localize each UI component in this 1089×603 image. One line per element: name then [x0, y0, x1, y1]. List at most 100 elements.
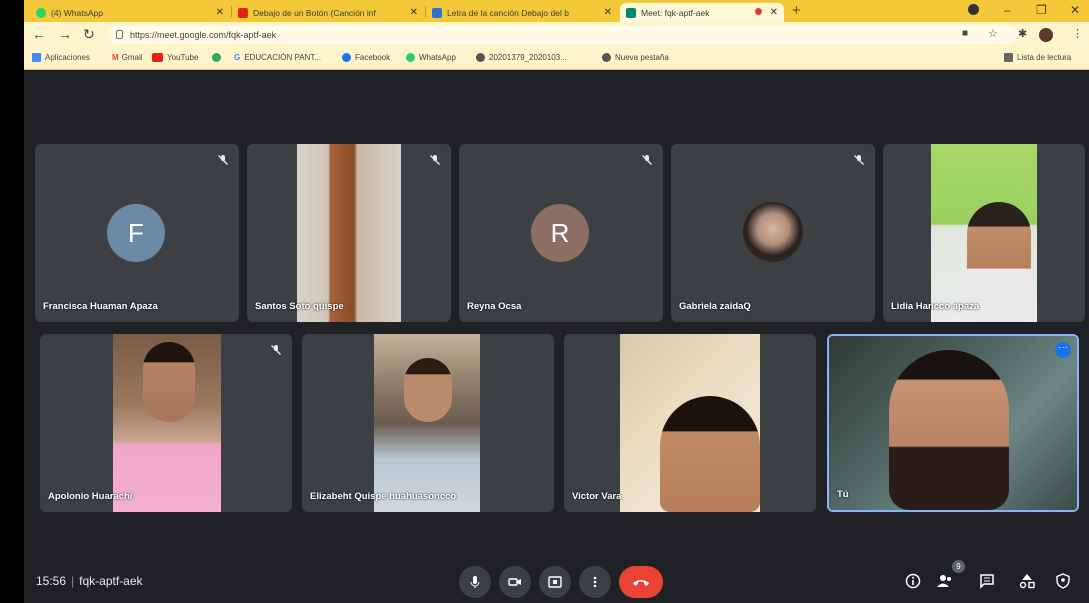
- participant-name: Tú: [837, 489, 849, 500]
- address-bar-row: ← → ↻ https://meet.google.com/fqk-aptf-a…: [24, 22, 1089, 48]
- video-icon: [508, 578, 521, 586]
- chat-button[interactable]: [976, 570, 998, 592]
- forward-icon[interactable]: →: [58, 26, 72, 42]
- info-icon: [905, 573, 921, 589]
- bookmark-whatsapp[interactable]: WhatsApp: [406, 53, 456, 62]
- lock-icon: [116, 30, 123, 39]
- tab-youtube[interactable]: Debajo de un Botón (Canción inf ✕: [232, 3, 424, 22]
- more-options-button[interactable]: [579, 566, 611, 598]
- participant-tile[interactable]: Elizabeht Quispe huahuasoncco: [302, 334, 554, 512]
- activities-icon: [1019, 574, 1035, 589]
- whatsapp-icon: [406, 53, 415, 62]
- whatsapp-icon: [36, 7, 46, 18]
- reading-list-label: Lista de lectura: [1017, 53, 1072, 62]
- facebook-icon: [342, 53, 351, 62]
- green-site-icon: [212, 53, 221, 62]
- mic-button[interactable]: [459, 566, 491, 598]
- youtube-icon: [152, 53, 163, 62]
- participant-video: [829, 336, 1077, 510]
- reload-icon[interactable]: ↻: [83, 26, 95, 43]
- camera-icon[interactable]: ■: [962, 28, 968, 39]
- tab-title: Letra de la canción Debajo del b: [447, 7, 569, 18]
- avatar[interactable]: [1039, 28, 1053, 42]
- participant-tile[interactable]: Victor Vara: [564, 334, 816, 512]
- shield-icon: [1056, 573, 1070, 589]
- new-tab-icon[interactable]: +: [792, 2, 801, 19]
- profile-icon[interactable]: [968, 4, 979, 15]
- meeting-details-button[interactable]: [902, 570, 924, 592]
- bookmark-facebook[interactable]: Facebook: [342, 53, 390, 62]
- participant-name: Victor Vara: [572, 491, 622, 502]
- bookmark-label: Gmail: [121, 53, 143, 62]
- apps-grid-icon: [32, 53, 41, 62]
- tab-meet[interactable]: Meet: fqk-aptf-aek ✕: [620, 3, 784, 22]
- star-icon[interactable]: ☆: [988, 27, 998, 40]
- participant-tile[interactable]: Apolonio Huarachi: [40, 334, 292, 512]
- participant-video: [297, 144, 401, 322]
- participant-count-badge: 9: [952, 560, 965, 573]
- tab-bar: (4) WhatsApp ✕ Debajo de un Botón (Canci…: [24, 0, 1089, 22]
- present-button[interactable]: [539, 566, 571, 598]
- people-icon: [937, 575, 951, 587]
- participant-tile[interactable]: Gabriela zaidaQ: [671, 144, 875, 322]
- host-controls-button[interactable]: [1052, 570, 1074, 592]
- close-window-icon[interactable]: ✕: [1070, 3, 1080, 17]
- youtube-icon: [238, 7, 248, 18]
- globe-icon: [602, 53, 611, 62]
- bookmark-green-site[interactable]: [212, 53, 225, 62]
- bookmark-label: Aplicaciones: [45, 53, 90, 62]
- meeting-time: 15:56: [36, 574, 67, 588]
- bookmark-new-tab[interactable]: Nueva pestaña: [602, 53, 669, 62]
- participant-tile[interactable]: R Reyna Ocsa: [459, 144, 663, 322]
- close-icon[interactable]: ✕: [604, 7, 612, 18]
- avatar: F: [107, 204, 165, 262]
- hang-up-icon: [633, 580, 649, 586]
- restore-icon[interactable]: ❐: [1036, 3, 1047, 17]
- tab-lyrics[interactable]: Letra de la canción Debajo del b ✕: [426, 3, 618, 22]
- close-icon[interactable]: ✕: [410, 7, 418, 18]
- close-icon[interactable]: ✕: [216, 7, 224, 18]
- end-call-button[interactable]: [619, 566, 663, 598]
- browser-window: (4) WhatsApp ✕ Debajo de un Botón (Canci…: [24, 0, 1089, 603]
- tab-title: (4) WhatsApp: [51, 7, 103, 18]
- meet-icon: [626, 7, 636, 18]
- url-field[interactable]: https://meet.google.com/fqk-aptf-aek: [108, 26, 1018, 44]
- bookmark-label: WhatsApp: [419, 53, 456, 62]
- participant-tile[interactable]: Lidia Hancco apaza: [883, 144, 1085, 322]
- participant-name: Santos Soto quispe: [255, 301, 344, 312]
- participant-tile[interactable]: F Francisca Huaman Apaza: [35, 144, 239, 322]
- bookmark-youtube[interactable]: YouTube: [152, 53, 198, 62]
- participant-name: Lidia Hancco apaza: [891, 301, 980, 312]
- participant-tile-self[interactable]: ··· Tú: [827, 334, 1079, 512]
- bookmark-educacion[interactable]: G EDUCACIÓN PANT...: [234, 53, 321, 62]
- back-icon[interactable]: ←: [32, 26, 46, 42]
- bookmark-apps[interactable]: Aplicaciones: [32, 53, 90, 62]
- more-options-icon[interactable]: ···: [1055, 342, 1071, 358]
- participant-tile[interactable]: Santos Soto quispe: [247, 144, 451, 322]
- bookmark-folder-2020[interactable]: 20201379_2020103...: [476, 53, 567, 62]
- camera-button[interactable]: [499, 566, 531, 598]
- reading-list[interactable]: Lista de lectura: [1004, 53, 1071, 62]
- tab-whatsapp[interactable]: (4) WhatsApp ✕: [30, 3, 230, 22]
- people-button[interactable]: [934, 570, 956, 592]
- activities-button[interactable]: [1016, 570, 1038, 592]
- pencil-icon: [432, 7, 442, 18]
- bookmark-gmail[interactable]: M Gmail: [112, 53, 143, 62]
- menu-icon[interactable]: ⋮: [1072, 27, 1083, 40]
- google-g-icon: G: [234, 53, 241, 62]
- extensions-icon[interactable]: ✱: [1018, 27, 1027, 40]
- minimize-icon[interactable]: –: [1004, 3, 1011, 17]
- participant-name: Reyna Ocsa: [467, 301, 522, 312]
- url-text: https://meet.google.com/fqk-aptf-aek: [130, 30, 277, 40]
- participant-name: Apolonio Huarachi: [48, 491, 133, 502]
- close-icon[interactable]: ✕: [770, 7, 778, 18]
- tab-title: Meet: fqk-aptf-aek: [641, 7, 710, 18]
- reading-list-icon: [1004, 53, 1013, 62]
- bookmark-label: Nueva pestaña: [615, 53, 669, 62]
- participant-video: [113, 334, 221, 512]
- gmail-icon: M: [112, 53, 119, 62]
- mic-icon: [470, 576, 480, 588]
- bookmarks-bar: Aplicaciones M Gmail YouTube G EDUCACIÓN…: [24, 48, 1089, 70]
- meeting-code: fqk-aptf-aek: [79, 574, 143, 588]
- participant-name: Elizabeht Quispe huahuasoncco: [310, 491, 457, 502]
